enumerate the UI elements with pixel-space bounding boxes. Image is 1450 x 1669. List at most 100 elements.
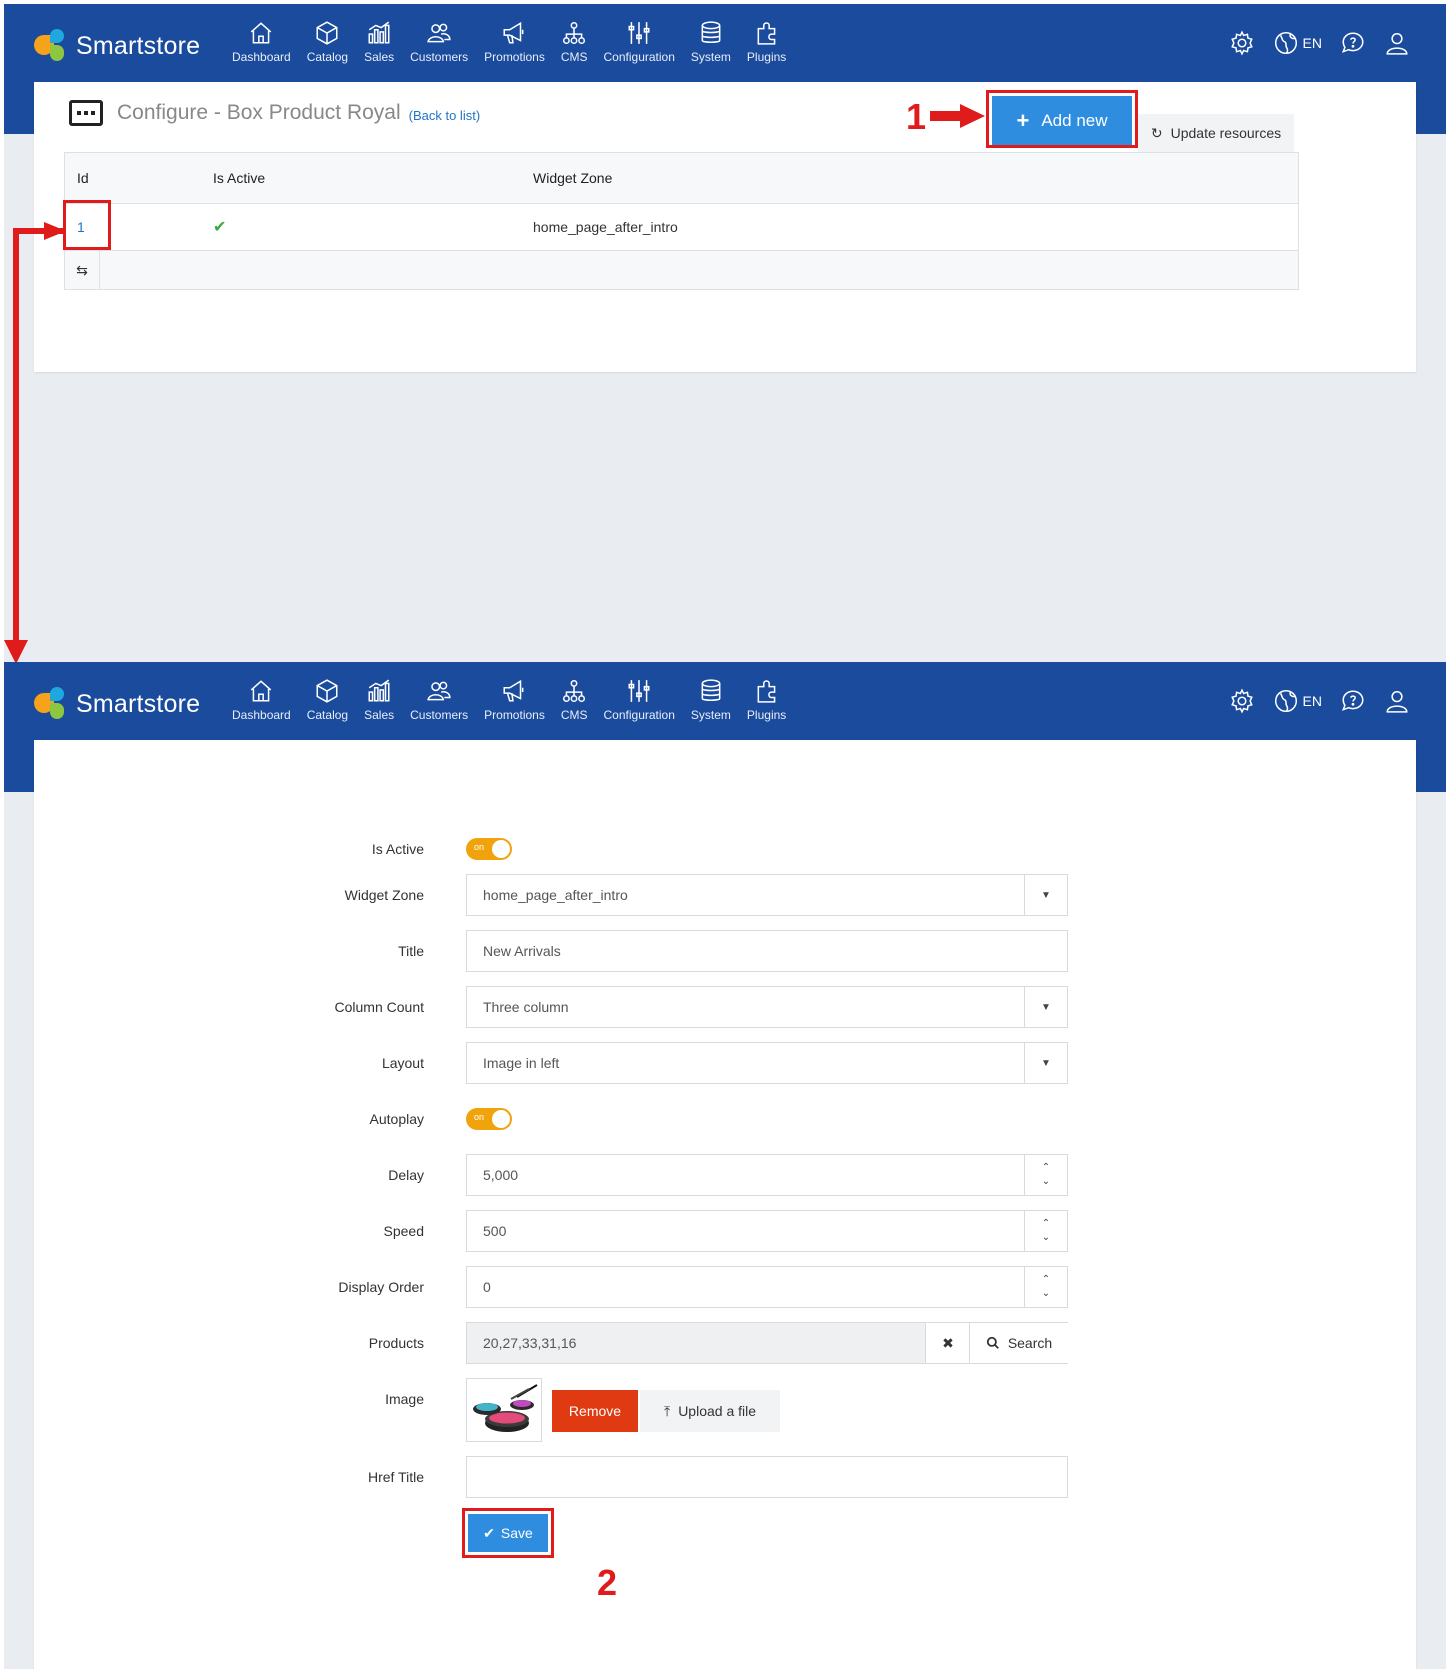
nav-plugins[interactable]: Plugins bbox=[739, 20, 794, 64]
clear-products-icon[interactable]: ✖ bbox=[925, 1323, 970, 1363]
nav-label: Sales bbox=[364, 708, 395, 722]
brand-logo[interactable]: Smartstore bbox=[34, 684, 200, 724]
checkmark-icon: ✔ bbox=[213, 219, 227, 236]
image-label: Image bbox=[385, 1391, 424, 1407]
stepper-arrows-icon[interactable]: ⌃ ⌄ bbox=[1024, 1155, 1067, 1195]
update-resources-button[interactable]: ↻ Update resources bbox=[1138, 114, 1294, 152]
edit-screenshot: Smartstore Dashboard Catalog Sales Custo… bbox=[4, 662, 1446, 1669]
layout-select[interactable]: Image in left ▼ bbox=[466, 1042, 1068, 1084]
stepper-arrows-icon[interactable]: ⌃ ⌄ bbox=[1024, 1267, 1067, 1307]
form-row-image: Image Remove ⤒ Upload a file bbox=[34, 1378, 1416, 1446]
remove-image-button[interactable]: Remove bbox=[552, 1390, 638, 1432]
column-header-widget-zone[interactable]: Widget Zone bbox=[521, 170, 1298, 186]
nav-catalog[interactable]: Catalog bbox=[299, 678, 356, 722]
chevron-down-icon[interactable]: ▼ bbox=[1024, 875, 1067, 915]
nav-label: Plugins bbox=[746, 50, 787, 64]
column-header-id[interactable]: Id bbox=[65, 170, 201, 186]
language-label: EN bbox=[1302, 35, 1322, 51]
nav-sales[interactable]: Sales bbox=[356, 678, 402, 722]
sitemap-icon bbox=[563, 679, 586, 703]
toggle-state: on bbox=[474, 842, 485, 852]
table-row[interactable]: 1 ✔ home_page_after_intro bbox=[65, 204, 1298, 251]
form-row-speed: Speed 500 ⌃ ⌄ bbox=[34, 1210, 1416, 1252]
nav-label: Customers bbox=[410, 50, 469, 64]
column-count-select[interactable]: Three column ▼ bbox=[466, 986, 1068, 1028]
nav-customers[interactable]: Customers bbox=[402, 20, 476, 64]
nav-label: Configuration bbox=[603, 50, 675, 64]
grid-refresh-icon[interactable]: ⇆ bbox=[65, 251, 100, 289]
language-selector[interactable]: EN bbox=[1273, 688, 1322, 714]
nav-configuration[interactable]: Configuration bbox=[596, 20, 683, 64]
nav-configuration[interactable]: Configuration bbox=[596, 678, 683, 722]
row-id-cell: 1 bbox=[65, 219, 201, 235]
image-thumbnail[interactable] bbox=[466, 1378, 542, 1442]
megaphone-icon bbox=[503, 679, 524, 702]
nav-label: Promotions bbox=[484, 50, 545, 64]
help-chat-icon[interactable] bbox=[1340, 30, 1366, 56]
save-button[interactable]: ✔ Save bbox=[468, 1514, 548, 1552]
autoplay-label: Autoplay bbox=[369, 1111, 424, 1127]
chart-icon bbox=[368, 21, 390, 44]
nav-promotions[interactable]: Promotions bbox=[476, 20, 553, 64]
form-row-products: Products 20,27,33,31,16 ✖ Search bbox=[34, 1322, 1416, 1364]
speed-stepper[interactable]: 500 ⌃ ⌄ bbox=[466, 1210, 1068, 1252]
nav-promotions[interactable]: Promotions bbox=[476, 678, 553, 722]
brand-name: Smartstore bbox=[76, 31, 201, 60]
nav-plugins[interactable]: Plugins bbox=[739, 678, 794, 722]
products-picker: 20,27,33,31,16 ✖ Search bbox=[466, 1322, 1068, 1364]
form-row-save: ✔ Save bbox=[34, 1508, 1416, 1558]
form-row-title: Title New Arrivals bbox=[34, 930, 1416, 972]
column-header-is-active[interactable]: Is Active bbox=[201, 170, 521, 186]
back-to-list-link[interactable]: (Back to list) bbox=[409, 108, 481, 123]
is-active-toggle[interactable]: on bbox=[466, 838, 512, 860]
stepper-arrows-icon[interactable]: ⌃ ⌄ bbox=[1024, 1211, 1067, 1251]
home-icon bbox=[251, 22, 272, 44]
nav-system[interactable]: System bbox=[683, 20, 739, 64]
nav-sales[interactable]: Sales bbox=[356, 20, 402, 64]
nav-customers[interactable]: Customers bbox=[402, 678, 476, 722]
chevron-down-icon[interactable]: ▼ bbox=[1024, 1043, 1067, 1083]
main-nav: Dashboard Catalog Sales Customers Promot… bbox=[224, 20, 794, 64]
display-order-stepper[interactable]: 0 ⌃ ⌄ bbox=[466, 1266, 1068, 1308]
language-selector[interactable]: EN bbox=[1273, 30, 1322, 56]
gear-icon[interactable] bbox=[1229, 688, 1255, 714]
nav-label: System bbox=[690, 708, 731, 722]
nav-label: Catalog bbox=[306, 50, 349, 64]
list-card: Configure - Box Product Royal (Back to l… bbox=[34, 82, 1416, 372]
nav-label: Configuration bbox=[603, 708, 675, 722]
upload-file-button[interactable]: ⤒ Upload a file bbox=[640, 1390, 780, 1432]
brand-name: Smartstore bbox=[76, 689, 201, 718]
logo-mark-icon bbox=[34, 687, 68, 721]
chevron-down-icon[interactable]: ▼ bbox=[1024, 987, 1067, 1027]
user-icon[interactable] bbox=[1384, 30, 1410, 56]
brand-logo[interactable]: Smartstore bbox=[34, 26, 200, 66]
form-row-autoplay: Autoplay on bbox=[34, 1098, 1416, 1140]
home-icon bbox=[251, 680, 272, 702]
sitemap-icon bbox=[563, 21, 586, 45]
autoplay-toggle[interactable]: on bbox=[466, 1108, 512, 1130]
href-title-input[interactable] bbox=[466, 1456, 1068, 1498]
help-chat-icon[interactable] bbox=[1340, 688, 1366, 714]
nav-cms[interactable]: CMS bbox=[553, 678, 596, 722]
nav-catalog[interactable]: Catalog bbox=[299, 20, 356, 64]
user-icon[interactable] bbox=[1384, 688, 1410, 714]
row-id-link[interactable]: 1 bbox=[77, 219, 85, 235]
layout-label: Layout bbox=[381, 1055, 424, 1071]
widget-zone-select[interactable]: home_page_after_intro ▼ bbox=[466, 874, 1068, 916]
nav-label: Catalog bbox=[306, 708, 349, 722]
globe-icon bbox=[1274, 31, 1297, 55]
delay-stepper[interactable]: 5,000 ⌃ ⌄ bbox=[466, 1154, 1068, 1196]
gear-icon[interactable] bbox=[1229, 30, 1255, 56]
nav-label: CMS bbox=[560, 708, 588, 722]
is-active-label: Is Active bbox=[371, 841, 424, 857]
nav-cms[interactable]: CMS bbox=[553, 20, 596, 64]
nav-system[interactable]: System bbox=[683, 678, 739, 722]
title-input[interactable]: New Arrivals bbox=[466, 930, 1068, 972]
update-resources-label: Update resources bbox=[1170, 125, 1282, 141]
nav-dashboard[interactable]: Dashboard bbox=[224, 20, 299, 64]
add-new-button[interactable]: + Add new bbox=[992, 96, 1132, 146]
chart-icon bbox=[368, 679, 390, 702]
nav-dashboard[interactable]: Dashboard bbox=[224, 678, 299, 722]
upload-icon: ⤒ bbox=[663, 1402, 671, 1419]
search-products-button[interactable]: Search bbox=[969, 1323, 1068, 1363]
